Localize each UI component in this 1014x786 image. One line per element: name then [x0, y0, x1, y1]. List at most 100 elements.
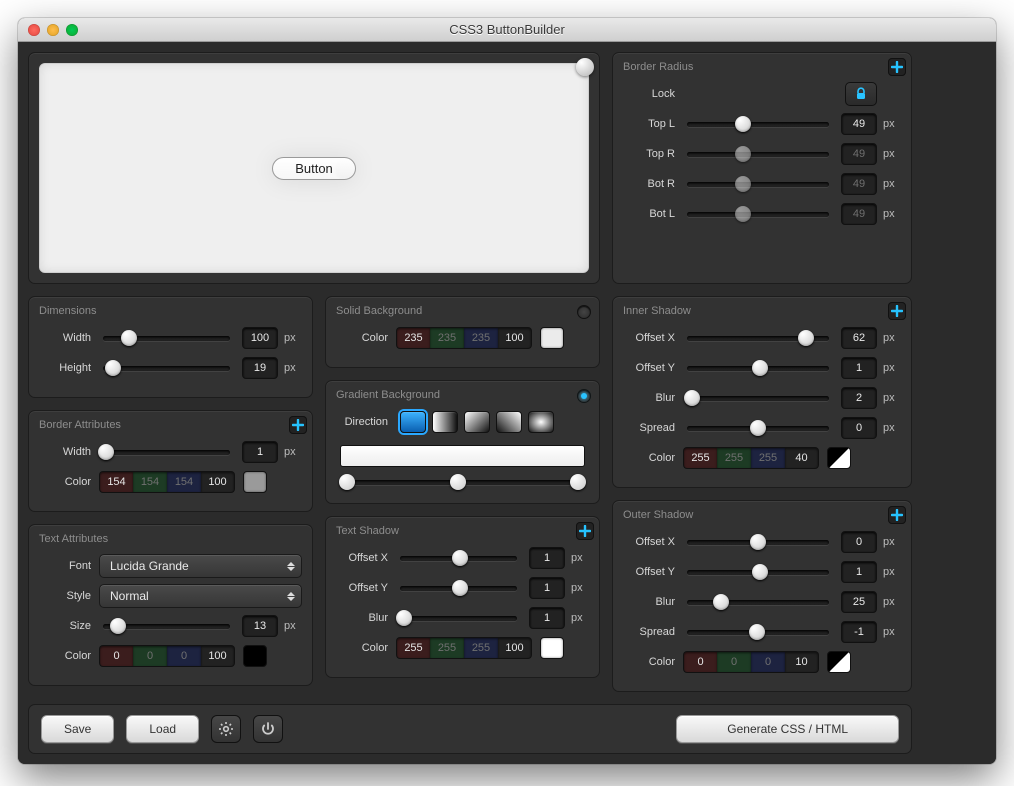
os-offy-value[interactable]: 1 [841, 561, 877, 583]
ts-blur-label: Blur [336, 612, 396, 624]
text-color-label: Color [39, 650, 99, 662]
gradient-stop[interactable] [570, 474, 586, 490]
bottom-bar: Save Load Generate CSS / HTML [28, 704, 912, 754]
generate-button[interactable]: Generate CSS / HTML [676, 715, 899, 743]
border-width-slider[interactable] [99, 443, 234, 461]
save-button[interactable]: Save [41, 715, 114, 743]
height-value[interactable]: 19 [242, 357, 278, 379]
br-value[interactable]: 49 [841, 173, 877, 195]
ts-blur-value[interactable]: 1 [529, 607, 565, 629]
border-color-swatch[interactable] [243, 471, 267, 493]
tr-slider[interactable] [683, 145, 833, 163]
bl-label: Bot L [623, 208, 683, 220]
gradient-stops[interactable] [342, 473, 583, 491]
os-offx-value[interactable]: 0 [841, 531, 877, 553]
os-color-rgba[interactable]: 0 0 0 10 [683, 651, 819, 673]
load-button[interactable]: Load [126, 715, 199, 743]
ts-color-rgba[interactable]: 255 255 255 100 [396, 637, 532, 659]
tr-label: Top R [623, 148, 683, 160]
add-button[interactable] [576, 522, 594, 540]
is-offx-value[interactable]: 62 [841, 327, 877, 349]
ts-offy-value[interactable]: 1 [529, 577, 565, 599]
is-color-rgba[interactable]: 255 255 255 40 [683, 447, 819, 469]
is-spread-slider[interactable] [683, 419, 833, 437]
gradient-stop[interactable] [450, 474, 466, 490]
panel-title: Text Shadow [336, 525, 589, 537]
os-color-swatch[interactable] [827, 651, 851, 673]
os-blur-value[interactable]: 25 [841, 591, 877, 613]
power-button[interactable] [253, 715, 283, 743]
tr-value[interactable]: 49 [841, 143, 877, 165]
solid-background-panel: Solid Background Color 235 235 235 100 [325, 296, 600, 368]
size-value[interactable]: 13 [242, 615, 278, 637]
dir-diagonal-1[interactable] [464, 411, 490, 433]
os-offx-label: Offset X [623, 536, 683, 548]
dir-radial[interactable] [528, 411, 554, 433]
is-offy-value[interactable]: 1 [841, 357, 877, 379]
dimensions-panel: Dimensions Width 100 px Height 19 px [28, 296, 313, 398]
gradient-preview[interactable] [340, 445, 585, 467]
lock-toggle[interactable] [845, 82, 877, 106]
border-color-label: Color [39, 476, 99, 488]
panel-title: Outer Shadow [623, 509, 901, 521]
dir-diagonal-2[interactable] [496, 411, 522, 433]
add-button[interactable] [888, 58, 906, 76]
border-color-rgba[interactable]: 154 154 154 100 [99, 471, 235, 493]
size-label: Size [39, 620, 99, 632]
is-blur-value[interactable]: 2 [841, 387, 877, 409]
canvas-color-picker[interactable] [576, 58, 594, 76]
solid-bg-radio[interactable] [577, 305, 591, 319]
gradient-stop[interactable] [339, 474, 355, 490]
dir-vertical[interactable] [400, 411, 426, 433]
bl-slider[interactable] [683, 205, 833, 223]
size-slider[interactable] [99, 617, 234, 635]
gradient-bg-radio[interactable] [577, 389, 591, 403]
width-value[interactable]: 100 [242, 327, 278, 349]
os-offy-label: Offset Y [623, 566, 683, 578]
preview-panel: Button [28, 52, 600, 284]
os-blur-slider[interactable] [683, 593, 833, 611]
tl-slider[interactable] [683, 115, 833, 133]
is-offx-slider[interactable] [683, 329, 833, 347]
br-slider[interactable] [683, 175, 833, 193]
ts-offx-slider[interactable] [396, 549, 521, 567]
os-spread-slider[interactable] [683, 623, 833, 641]
os-spread-value[interactable]: -1 [841, 621, 877, 643]
solid-color-swatch[interactable] [540, 327, 564, 349]
ts-offy-slider[interactable] [396, 579, 521, 597]
is-spread-value[interactable]: 0 [841, 417, 877, 439]
ts-color-swatch[interactable] [540, 637, 564, 659]
settings-button[interactable] [211, 715, 241, 743]
style-select[interactable]: Normal [99, 584, 302, 608]
dir-horizontal[interactable] [432, 411, 458, 433]
add-button[interactable] [888, 506, 906, 524]
height-label: Height [39, 362, 99, 374]
text-color-swatch[interactable] [243, 645, 267, 667]
tl-label: Top L [623, 118, 683, 130]
os-blur-label: Blur [623, 596, 683, 608]
is-color-swatch[interactable] [827, 447, 851, 469]
tl-value[interactable]: 49 [841, 113, 877, 135]
ts-color-label: Color [336, 642, 396, 654]
is-color-label: Color [623, 452, 683, 464]
panel-title: Dimensions [39, 305, 302, 317]
is-blur-slider[interactable] [683, 389, 833, 407]
add-button[interactable] [289, 416, 307, 434]
add-button[interactable] [888, 302, 906, 320]
bl-value[interactable]: 49 [841, 203, 877, 225]
width-slider[interactable] [99, 329, 234, 347]
os-offy-slider[interactable] [683, 563, 833, 581]
is-spread-label: Spread [623, 422, 683, 434]
text-shadow-panel: Text Shadow Offset X1px Offset Y1px Blur… [325, 516, 600, 678]
ts-blur-slider[interactable] [396, 609, 521, 627]
font-select[interactable]: Lucida Grande [99, 554, 302, 578]
border-width-value[interactable]: 1 [242, 441, 278, 463]
text-color-rgba[interactable]: 0 0 0 100 [99, 645, 235, 667]
preview-button[interactable]: Button [272, 157, 356, 180]
ts-offx-value[interactable]: 1 [529, 547, 565, 569]
border-attributes-panel: Border Attributes Width 1 px Color 154 1… [28, 410, 313, 512]
solid-color-rgba[interactable]: 235 235 235 100 [396, 327, 532, 349]
height-slider[interactable] [99, 359, 234, 377]
os-offx-slider[interactable] [683, 533, 833, 551]
is-offy-slider[interactable] [683, 359, 833, 377]
